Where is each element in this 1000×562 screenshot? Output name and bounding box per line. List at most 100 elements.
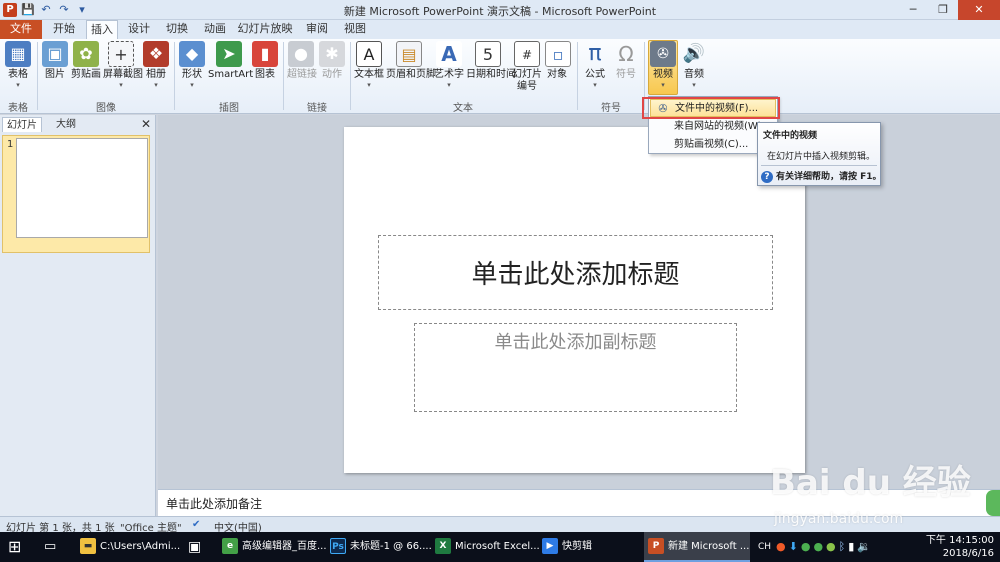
subtitle-placeholder[interactable]: 单击此处添加副标题	[414, 323, 737, 412]
tray-volume-icon[interactable]: 🔉	[857, 540, 874, 553]
title-bar: P 💾 ↶ ↷ ▾ 新建 Microsoft PowerPoint 演示文稿 -…	[0, 0, 1000, 20]
equation-button[interactable]: π 公式 ▾	[581, 41, 609, 89]
clipart-button[interactable]: ✿ 剪贴画	[71, 41, 101, 81]
tooltip-title: 文件中的视频	[763, 131, 818, 141]
textbox-icon: A	[356, 41, 382, 67]
hyperlink-icon: ●	[288, 41, 314, 67]
taskbar-item-excel[interactable]: X Microsoft Excel...	[435, 532, 540, 562]
tab-file[interactable]: 文件	[0, 20, 42, 39]
tooltip-description: 在幻灯片中插入视频剪辑。	[767, 152, 876, 162]
slide-thumbnail[interactable]	[16, 138, 148, 238]
calendar-icon: 5	[475, 41, 501, 67]
chart-button[interactable]: ▮ 图表	[252, 41, 278, 81]
clipart-icon: ✿	[73, 41, 99, 67]
chart-icon: ▮	[252, 41, 278, 67]
spellcheck-icon[interactable]: ✔	[192, 519, 200, 530]
task-view-icon[interactable]: ▭	[44, 532, 56, 562]
tooltip-help: ? 有关详细帮助，请按 F1。	[761, 169, 882, 183]
tray-security-icon[interactable]: ●	[826, 540, 839, 553]
tray-bluetooth-icon[interactable]: ᛒ	[839, 540, 849, 553]
undo-icon[interactable]: ↶	[38, 2, 54, 18]
slides-pane: 幻灯片 大纲 ✕ 1	[0, 115, 156, 517]
browser-icon: e	[222, 538, 238, 554]
windows-taskbar: ⊞ ▭ ▬ C:\Users\Admi... ▣ e 高级编辑器_百度... Ps 未…	[0, 532, 1000, 562]
video-button[interactable]: ✇ 视频 ▾	[648, 41, 678, 89]
group-links: 链接	[307, 103, 327, 114]
shapes-icon: ◆	[179, 41, 205, 67]
customize-qat-icon[interactable]: ▾	[74, 2, 90, 18]
tab-animations[interactable]: 动画	[198, 20, 232, 39]
redo-icon[interactable]: ↷	[56, 2, 72, 18]
screenshot-icon: +	[108, 41, 134, 67]
action-button[interactable]: ✱ 动作	[318, 41, 346, 81]
slide-number-icon: #	[514, 41, 540, 67]
taskbar-item-photoshop[interactable]: Ps 未标题-1 @ 66....	[330, 532, 432, 562]
group-illustrations: 插图	[219, 103, 239, 114]
taskbar-item-powerpoint[interactable]: P 新建 Microsoft ...	[644, 532, 750, 562]
system-tray-icons[interactable]: ●⬇●●●ᛒ▮🔉	[776, 532, 874, 562]
taskbar-item-explorer[interactable]: ▬ C:\Users\Admi...	[80, 532, 180, 562]
tab-slides[interactable]: 幻灯片	[2, 117, 42, 132]
maximize-button[interactable]: ❐	[928, 0, 958, 20]
slide-number-button[interactable]: # 幻灯片 编号	[512, 41, 542, 93]
slide-thumbnail-number: 1	[7, 139, 14, 150]
tray-sogou-icon[interactable]: ●	[776, 540, 789, 553]
object-button[interactable]: ▫ 对象	[545, 41, 571, 81]
taskbar-item-browser[interactable]: e 高级编辑器_百度...	[222, 532, 327, 562]
tab-design[interactable]: 设计	[122, 20, 156, 39]
header-footer-button[interactable]: ▤ 页眉和页脚	[386, 41, 436, 81]
audio-button[interactable]: 🔊 音频 ▾	[681, 41, 707, 89]
symbol-button[interactable]: Ω 符号	[612, 41, 640, 81]
table-button[interactable]: ▦ 表格 ▾	[4, 41, 32, 89]
tab-insert[interactable]: 插入	[86, 20, 118, 40]
wordart-icon: A	[436, 41, 462, 67]
powerpoint-icon: P	[648, 538, 664, 554]
powerpoint-app-icon[interactable]: P	[3, 3, 17, 17]
tab-home[interactable]: 开始	[44, 20, 84, 39]
smartart-button[interactable]: ➤ SmartArt	[208, 41, 253, 81]
folder-icon: ▬	[80, 538, 96, 554]
tab-view[interactable]: 视图	[338, 20, 372, 39]
tray-network-icon[interactable]: ▮	[848, 540, 857, 553]
textbox-button[interactable]: A 文本框 ▾	[354, 41, 384, 89]
taskbar-item-kuaijianji[interactable]: ▶ 快剪辑	[542, 532, 592, 562]
start-icon[interactable]: ⊞	[8, 532, 21, 562]
tab-slideshow[interactable]: 幻灯片放映	[236, 20, 294, 39]
minimize-button[interactable]: ─	[898, 0, 928, 20]
store-icon[interactable]: ▣	[188, 532, 201, 562]
album-icon: ❖	[143, 41, 169, 67]
picture-icon: ▣	[42, 41, 68, 67]
hyperlink-button[interactable]: ● 超链接	[287, 41, 317, 81]
window-controls: ─ ❐ ✕	[898, 0, 1000, 20]
annotation-highlight-box	[642, 97, 780, 119]
smartart-icon: ➤	[216, 41, 242, 67]
shapes-button[interactable]: ◆ 形状 ▾	[179, 41, 205, 89]
tab-transitions[interactable]: 切换	[160, 20, 194, 39]
pane-close-icon[interactable]: ✕	[141, 117, 151, 131]
album-button[interactable]: ❖ 相册 ▾	[143, 41, 169, 89]
ime-indicator[interactable]: CH	[758, 532, 771, 562]
tray-wechat-icon[interactable]: ●	[813, 540, 826, 553]
tray-download-icon[interactable]: ⬇	[789, 540, 801, 553]
wordart-button[interactable]: A 艺术字 ▾	[434, 41, 464, 89]
film-reel-icon: ✇	[650, 41, 676, 67]
group-tables: 表格	[8, 103, 28, 114]
tooltip-video-from-file: 文件中的视频 在幻灯片中插入视频剪辑。 ? 有关详细帮助，请按 F1。	[757, 122, 882, 186]
save-icon[interactable]: 💾	[20, 2, 36, 18]
object-icon: ▫	[545, 41, 571, 67]
datetime-button[interactable]: 5 日期和时间	[466, 41, 516, 81]
close-button[interactable]: ✕	[958, 0, 1000, 20]
tray-app-icon[interactable]: ●	[801, 540, 814, 553]
tab-outline[interactable]: 大纲	[46, 117, 86, 132]
baidu-watermark: Bai du 经验 jingyan.baidu.com	[770, 463, 971, 527]
window-title: 新建 Microsoft PowerPoint 演示文稿 - Microsoft…	[343, 5, 657, 18]
title-placeholder[interactable]: 单击此处添加标题	[378, 235, 773, 310]
video-editor-icon: ▶	[542, 538, 558, 554]
slide-thumbnail-selected[interactable]: 1	[2, 135, 150, 253]
ribbon-tabs: 文件 开始 插入 设计 切换 动画 幻灯片放映 审阅 视图	[0, 20, 1000, 40]
screenshot-button[interactable]: + 屏幕截图 ▾	[103, 41, 143, 89]
speaker-icon: 🔊	[682, 43, 706, 64]
picture-button[interactable]: ▣ 图片	[42, 41, 68, 81]
tab-review[interactable]: 审阅	[300, 20, 334, 39]
system-clock[interactable]: 下午 14:15:00 2018/6/16	[926, 534, 994, 560]
